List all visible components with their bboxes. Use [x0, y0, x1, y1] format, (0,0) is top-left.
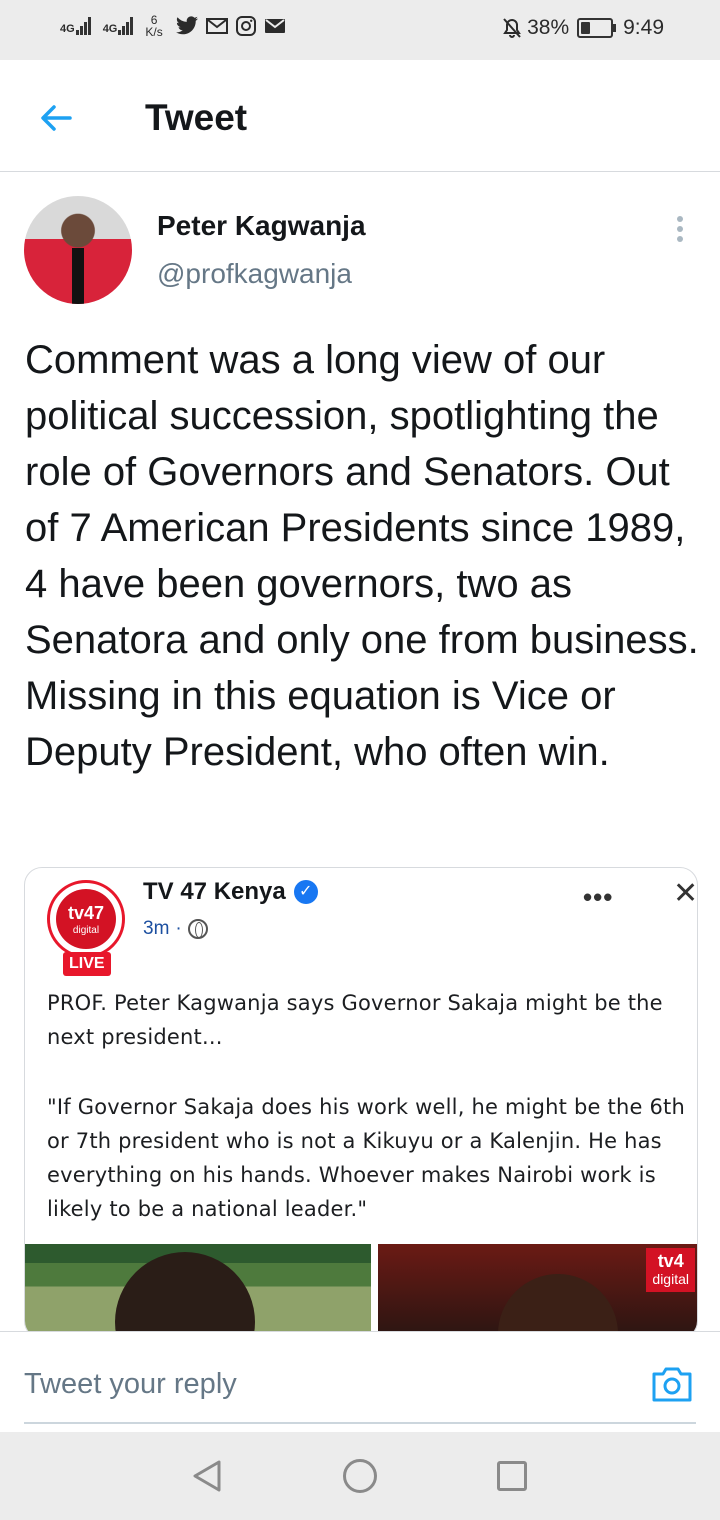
battery-level — [581, 22, 591, 34]
embed-timestamp: 3m · — [143, 918, 208, 940]
embed-photo-left — [25, 1244, 371, 1338]
page-title: Tweet — [145, 97, 248, 138]
tv47-watermark: tv4 digital — [646, 1248, 695, 1292]
author-name[interactable]: Peter Kagwanja — [157, 210, 366, 242]
embed-paragraph-2: "If Governor Sakaja does his work well, … — [47, 1095, 685, 1221]
gmail-icon — [205, 18, 228, 34]
avatar-detail — [72, 248, 84, 304]
network-speed: 6 K/s — [145, 13, 163, 39]
embed-more-icon: ••• — [583, 882, 614, 912]
network-type-1: 4G — [60, 23, 75, 35]
live-badge: LIVE — [63, 952, 111, 976]
reply-input[interactable]: Tweet your reply — [24, 1360, 696, 1424]
author-handle[interactable]: @profkagwanja — [157, 258, 352, 290]
twitter-icon — [175, 16, 198, 35]
embed-photo-right: tv4 digital — [378, 1244, 697, 1338]
globe-icon — [187, 919, 208, 939]
system-nav-bar — [0, 1432, 720, 1520]
tweet-text: Comment was a long view of our political… — [25, 338, 699, 774]
camera-icon[interactable] — [650, 1362, 694, 1406]
status-bar: 4G 4G 6 K/s 38% 9:49 — [0, 0, 720, 60]
signal-icon: 4G — [60, 17, 91, 35]
mail-icon — [264, 19, 285, 33]
status-right: 38% 9:49 — [501, 16, 664, 40]
tv47-logo: tv47 digital — [47, 880, 125, 958]
clock: 9:49 — [623, 16, 664, 39]
reply-bar: Tweet your reply — [0, 1331, 720, 1432]
nav-back-icon[interactable] — [190, 1458, 224, 1494]
embedded-post-image[interactable]: tv47 digital LIVE TV 47 Kenya ✓ 3m · ••• … — [24, 867, 698, 1339]
embed-close-icon: ✕ — [673, 877, 698, 910]
back-arrow-icon[interactable] — [38, 100, 74, 136]
mute-icon — [503, 18, 521, 38]
app-header: Tweet — [0, 60, 720, 172]
battery-percent: 38% — [527, 16, 570, 39]
nav-recents-icon[interactable] — [497, 1461, 527, 1491]
verified-icon: ✓ — [293, 880, 318, 904]
author-avatar[interactable] — [24, 196, 132, 304]
embed-source-name: TV 47 Kenya ✓ — [143, 878, 318, 906]
more-vertical-icon[interactable] — [670, 214, 690, 244]
status-left: 4G 4G 6 K/s — [60, 14, 287, 38]
battery-icon — [577, 18, 617, 38]
signal-icon-2: 4G — [103, 17, 134, 35]
nav-home-icon[interactable] — [343, 1459, 377, 1493]
network-type-2: 4G — [102, 23, 118, 35]
embed-paragraph-1: PROF. Peter Kagwanja says Governor Sakaj… — [47, 991, 663, 1049]
instagram-icon — [235, 16, 256, 36]
